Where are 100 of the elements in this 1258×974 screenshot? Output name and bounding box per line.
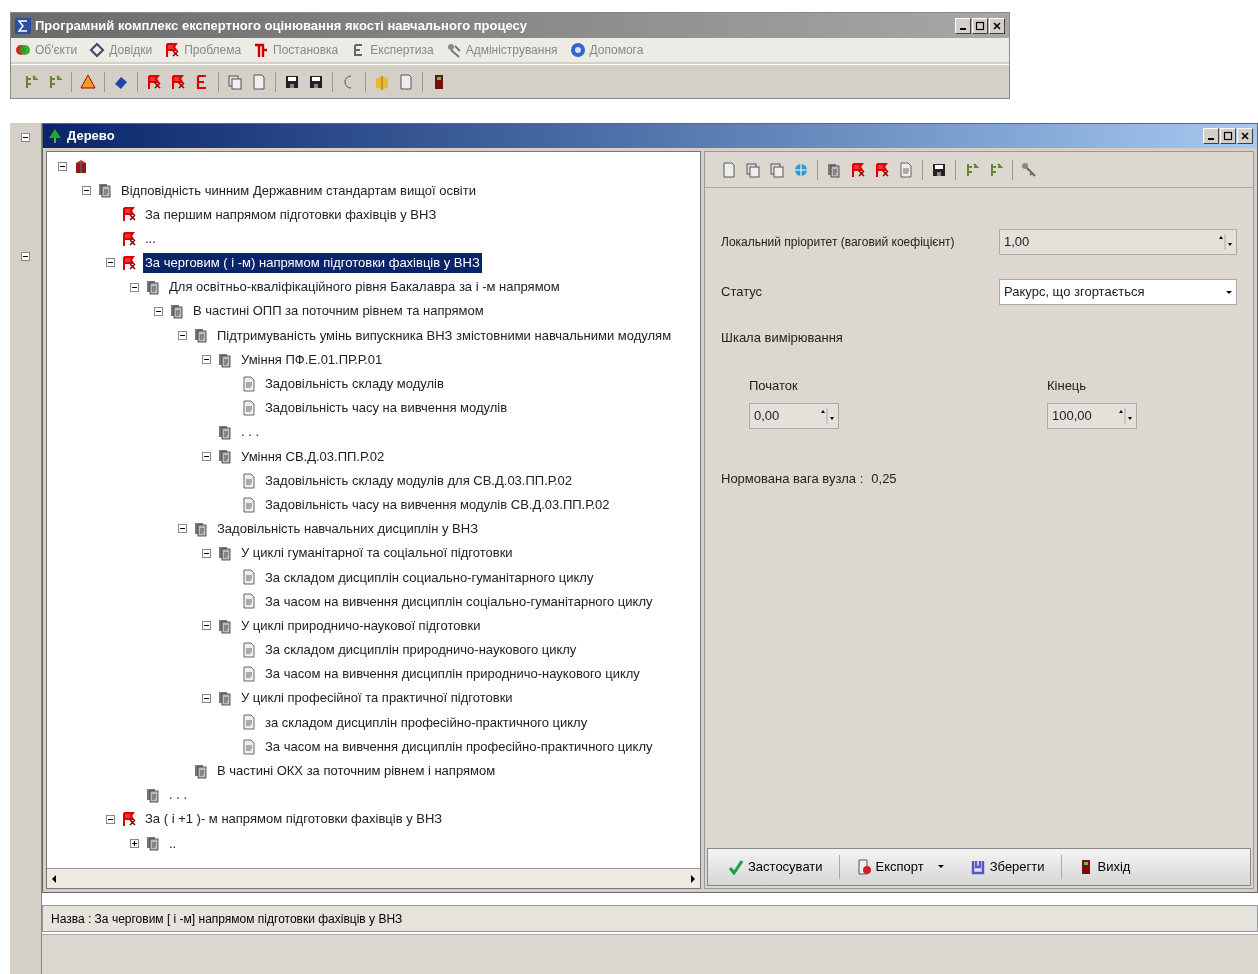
tree-item[interactable]: У циклі природничо-наукової підготовки bbox=[239, 615, 483, 636]
documents-icon bbox=[97, 182, 113, 199]
tree-item[interactable]: За часом на вивчення дисциплін професійно-практичного циклу bbox=[263, 736, 655, 757]
document-icon bbox=[898, 161, 914, 178]
tree-item[interactable]: . . . bbox=[167, 785, 190, 805]
tree-icon bbox=[23, 73, 39, 90]
documents-icon bbox=[193, 327, 209, 344]
document-icon bbox=[241, 375, 257, 392]
tree-item[interactable]: За складом дисциплін социально-гуманітарного циклу bbox=[263, 567, 596, 588]
tree-item[interactable]: За часом на вивчення дисциплін соціально-гуманітарного циклу bbox=[263, 591, 655, 612]
diamond-icon bbox=[89, 42, 106, 58]
tree-item[interactable]: Уміння СВ.Д.03.ПП.Р.02 bbox=[239, 446, 387, 467]
collapse-toggle[interactable] bbox=[201, 548, 211, 558]
section-label: Шкала вимірювання bbox=[721, 329, 843, 347]
flag-icon bbox=[164, 42, 181, 58]
documents-icon bbox=[826, 161, 842, 178]
apply-button[interactable]: Застосувати bbox=[720, 852, 831, 882]
flag-icon bbox=[146, 73, 162, 90]
tree-item[interactable]: за складом дисциплін професійно-практичного циклу bbox=[263, 712, 590, 733]
document-icon bbox=[241, 666, 257, 683]
documents-icon bbox=[217, 448, 233, 465]
status-text: Назва : За черговим [ і -м] напрямом підготовки фахівців у ВНЗ bbox=[51, 910, 403, 928]
document-icon bbox=[241, 714, 257, 731]
tree-item[interactable]: За складом дисциплін природничо-наукового циклу bbox=[263, 640, 579, 660]
number-field[interactable]: 0,00 bbox=[749, 403, 839, 429]
documents-icon bbox=[217, 545, 233, 562]
documents-icon bbox=[217, 690, 233, 707]
collapse-toggle[interactable] bbox=[105, 258, 115, 268]
documents-icon bbox=[169, 303, 185, 320]
help-icon bbox=[569, 42, 586, 58]
tree-item[interactable]: За черговим ( і -м) напрямом підготовки фахівців у ВНЗ bbox=[143, 253, 482, 273]
collapse-toggle[interactable] bbox=[177, 330, 187, 340]
tree-item[interactable]: ... bbox=[143, 228, 158, 249]
tree-item[interactable]: Задовільність складу модулів bbox=[263, 374, 446, 394]
tree-item[interactable]: У циклі професійної та практичної підготовки bbox=[239, 688, 515, 708]
tree-item[interactable]: Відповідність чинним Державним стандартам вищої освіти bbox=[119, 180, 478, 201]
circles-icon bbox=[15, 42, 31, 58]
collapse-toggle[interactable] bbox=[201, 355, 211, 365]
exit-button[interactable]: Вихід bbox=[1069, 852, 1139, 882]
document-icon bbox=[855, 859, 872, 875]
number-field[interactable]: 100,00 bbox=[1047, 403, 1137, 429]
tree-item[interactable]: За першим напрямом підготовки фахівців у ВНЗ bbox=[143, 204, 439, 225]
save-button[interactable]: Зберегти bbox=[961, 852, 1053, 882]
tree-item[interactable]: Задовільність навчальних дисциплін у ВНЗ bbox=[215, 519, 480, 539]
tree-item[interactable]: У циклі гуманітарної та соціальної підготовки bbox=[239, 543, 515, 563]
tree-item[interactable]: За часом на вивчення дисциплін природничо-наукового циклу bbox=[263, 664, 642, 684]
tree-item[interactable]: .. bbox=[167, 833, 179, 854]
field-label: Кінець bbox=[1047, 376, 1088, 395]
documents-icon bbox=[193, 762, 209, 779]
horizontal-scrollbar[interactable] bbox=[47, 868, 700, 888]
flag-icon bbox=[121, 206, 137, 223]
tree-item[interactable]: Підтримуваність умінь випускника ВНЗ змістовними навчальними модулям bbox=[215, 325, 674, 346]
page-icon bbox=[251, 73, 267, 90]
document-icon bbox=[241, 738, 257, 755]
maximize-button[interactable] bbox=[972, 17, 988, 34]
tree-item[interactable]: Задовільність часу на вивчення модулів СВ.Д.03.ПП.Р.02 bbox=[263, 494, 612, 515]
tree-item[interactable]: Задовільність складу модулів для СВ.Д.03.ПП.Р.02 bbox=[263, 470, 575, 491]
maximize-button[interactable] bbox=[1220, 128, 1236, 144]
close-button[interactable] bbox=[989, 17, 1005, 34]
tree-item[interactable]: В частині ОПП за поточним рівнем та напрямом bbox=[191, 301, 486, 321]
flag-icon bbox=[121, 811, 137, 828]
documents-icon bbox=[217, 617, 233, 634]
collapse-toggle[interactable] bbox=[153, 306, 163, 316]
tree-item[interactable]: . . . bbox=[239, 422, 262, 442]
collapse-toggle[interactable] bbox=[105, 814, 115, 824]
documents-icon bbox=[217, 424, 233, 441]
minimize-button[interactable] bbox=[1203, 128, 1219, 144]
collapse-toggle[interactable] bbox=[129, 282, 139, 292]
documents-icon bbox=[145, 835, 161, 852]
collapse-toggle[interactable] bbox=[57, 161, 67, 171]
flag-icon bbox=[121, 230, 137, 247]
priority-field[interactable]: 1,00 bbox=[999, 229, 1237, 255]
field-label: Локальний пріоритет (ваговий коефіцієнт) bbox=[721, 234, 956, 251]
tree-item[interactable]: Уміння ПФ.Е.01.ПР.Р.01 bbox=[239, 349, 385, 370]
collapse-toggle[interactable] bbox=[21, 133, 30, 142]
field-value: 0,25 bbox=[871, 470, 897, 488]
minimize-icon bbox=[1208, 138, 1214, 140]
close-icon bbox=[992, 20, 1002, 31]
expand-toggle[interactable] bbox=[129, 838, 139, 848]
tree-item[interactable]: За ( і +1 )- м напрямом підготовки фахівців у ВНЗ bbox=[143, 809, 445, 829]
minimize-button[interactable] bbox=[955, 17, 971, 34]
collapse-toggle[interactable] bbox=[177, 524, 187, 534]
collapse-toggle[interactable] bbox=[21, 252, 30, 261]
tree-item[interactable]: В частині ОКХ за поточним рівнем і напрямом bbox=[215, 761, 498, 781]
collapse-toggle[interactable] bbox=[201, 621, 211, 631]
tree-icon bbox=[964, 161, 980, 178]
sigma-icon bbox=[15, 17, 31, 34]
collapse-toggle[interactable] bbox=[81, 185, 91, 195]
window-title: Дерево bbox=[67, 127, 116, 146]
cube-icon bbox=[374, 73, 390, 90]
collapse-toggle[interactable] bbox=[201, 451, 211, 461]
flag-icon bbox=[121, 254, 137, 271]
export-button[interactable]: Експорт bbox=[847, 852, 954, 882]
tree-item[interactable]: Задовільність часу на вивчення модулів bbox=[263, 398, 510, 418]
flag-icon bbox=[170, 73, 186, 90]
tree-item[interactable]: Для освітньо-кваліфікаційного рівня Бакалавра за і -м напрямом bbox=[167, 277, 562, 297]
collapse-toggle[interactable] bbox=[201, 693, 211, 703]
status-dropdown[interactable]: Ракурс, що згортається bbox=[999, 279, 1237, 305]
close-button[interactable] bbox=[1237, 128, 1253, 144]
key-icon bbox=[1021, 161, 1037, 178]
